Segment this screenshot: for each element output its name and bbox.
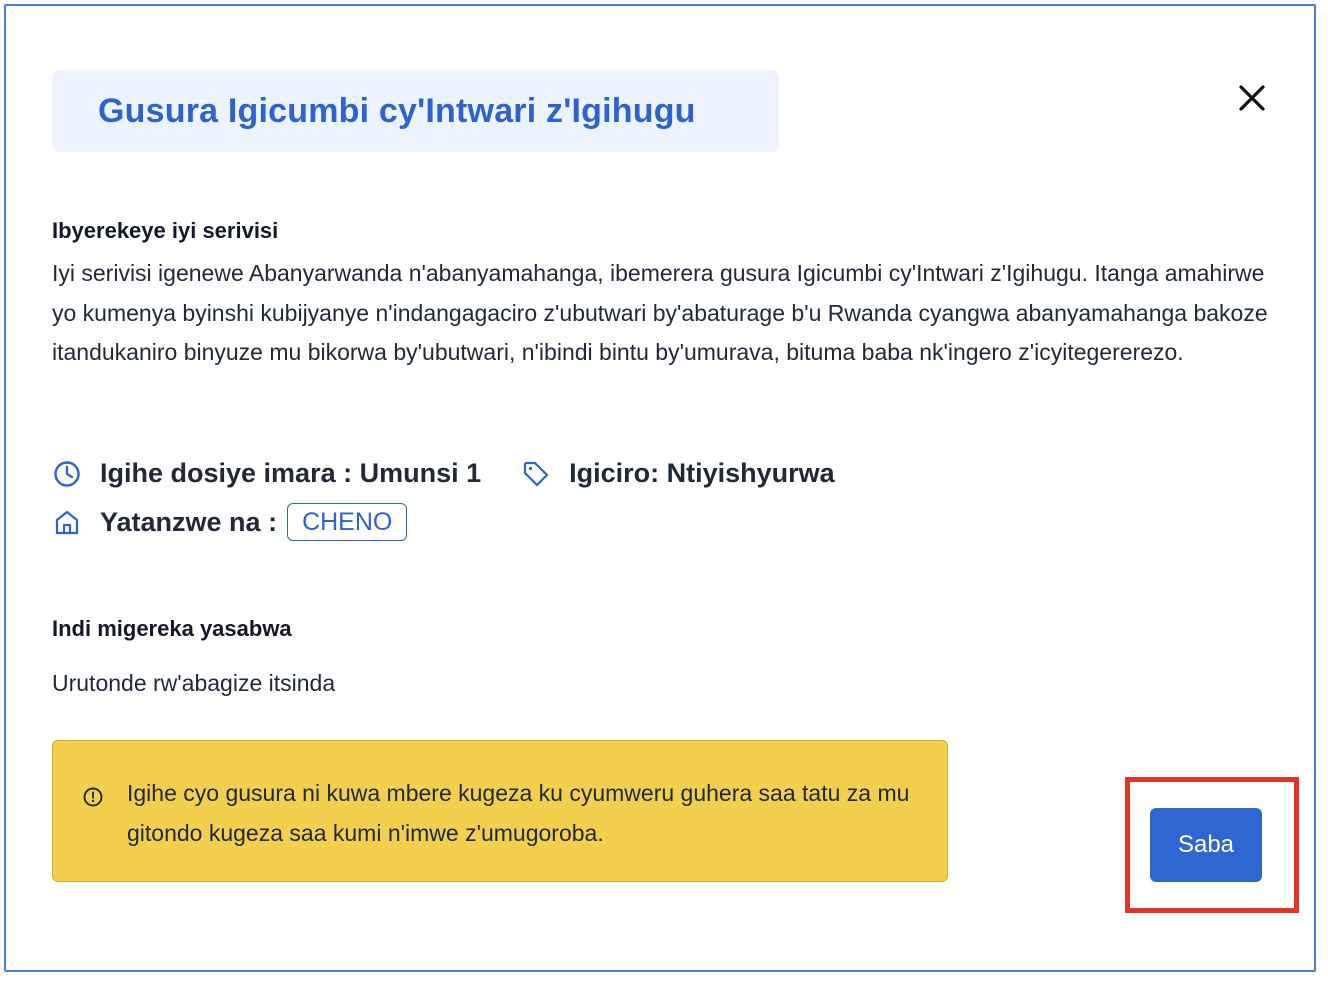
requirements-heading: Indi migereka yasabwa	[52, 616, 292, 641]
processing-time: Igihe dosiye imara : Umunsi 1	[100, 458, 482, 488]
about-heading: Ibyerekeye iyi serivisi	[52, 218, 279, 243]
requirement-item: Urutonde rw'abagize itsinda	[52, 670, 336, 696]
service-meta-row: Igihe dosiye imara : Umunsi 1 Igiciro: N…	[52, 458, 835, 489]
provider-label: Yatanzwe na :	[100, 506, 278, 537]
dialog-title: Gusura Igicumbi cy'Intwari z'Igihugu	[98, 91, 696, 130]
home-icon	[52, 507, 82, 537]
provider-row: Yatanzwe na : CHENO	[52, 503, 408, 541]
close-icon	[1239, 85, 1265, 111]
apply-button[interactable]: Saba	[1150, 808, 1262, 882]
provider-tag[interactable]: CHENO	[287, 503, 408, 541]
tag-icon	[521, 459, 551, 489]
visiting-hours-notice: Igihe cyo gusura ni kuwa mbere kugeza ku…	[52, 740, 948, 882]
close-button[interactable]	[1232, 78, 1272, 118]
title-banner: Gusura Igicumbi cy'Intwari z'Igihugu	[52, 70, 779, 152]
info-icon	[81, 785, 105, 809]
notice-text: Igihe cyo gusura ni kuwa mbere kugeza ku…	[127, 780, 910, 846]
clock-icon	[52, 459, 82, 489]
price: Igiciro: Ntiyishyurwa	[569, 458, 835, 488]
service-dialog: Gusura Igicumbi cy'Intwari z'Igihugu Iby…	[4, 4, 1316, 972]
service-description: Iyi serivisi igenewe Abanyarwanda n'aban…	[52, 260, 1268, 365]
